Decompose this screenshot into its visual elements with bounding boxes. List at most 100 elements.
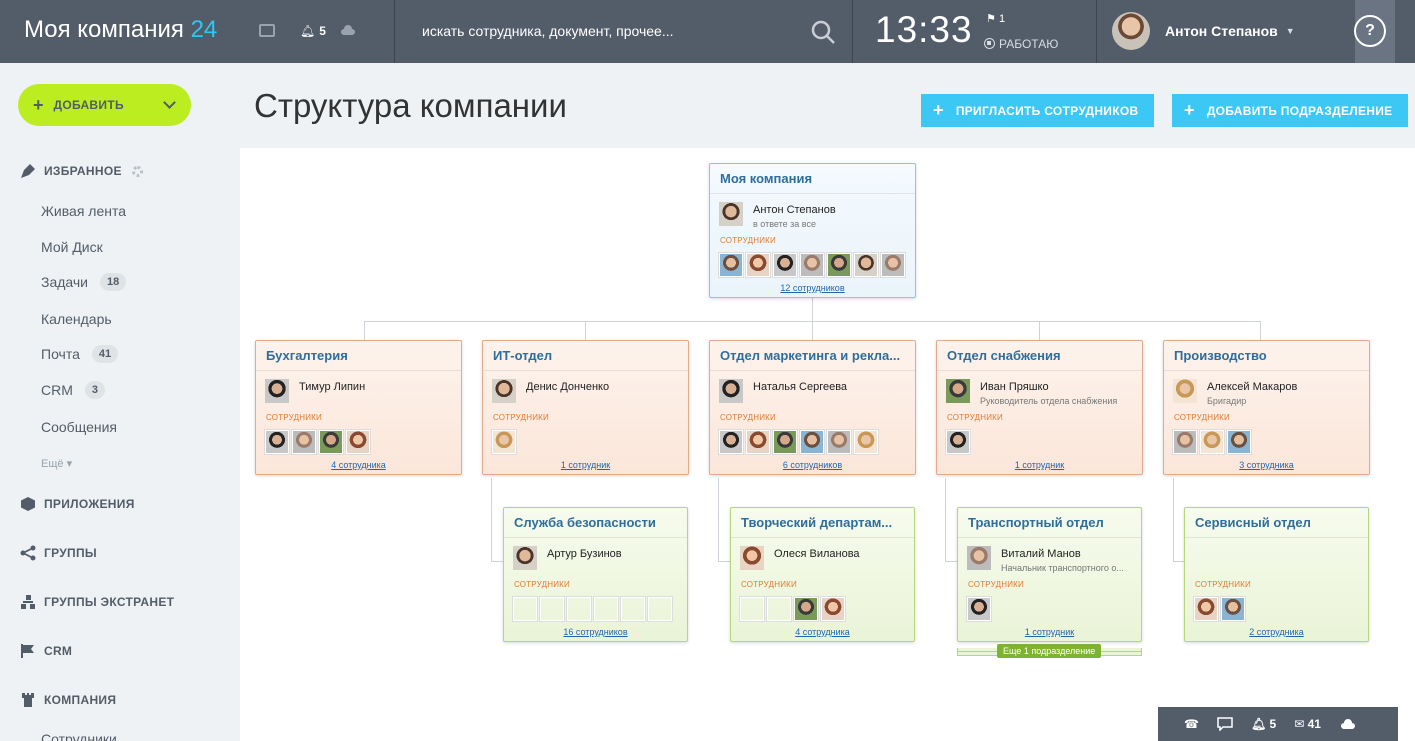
avatar[interactable] [1173,430,1197,454]
avatar[interactable] [821,597,845,621]
sidebar-item-my-drive[interactable]: Мой Диск [41,239,103,255]
avatar[interactable] [746,430,770,454]
employee-count-link[interactable]: 1 сотрудник [483,460,688,474]
avatar[interactable] [492,430,516,454]
department-head[interactable]: Олеся Виланова [731,546,914,580]
department-head[interactable]: Наталья Сергеева [710,379,915,413]
employee-count-link[interactable]: 12 сотрудников [710,283,915,297]
department-card-security[interactable]: Служба безопасности Артур Бузинов СОТРУД… [503,507,688,642]
department-title[interactable]: Отдел маркетинга и рекла... [710,341,915,371]
section-applications[interactable]: ПРИЛОЖЕНИЯ [20,496,135,512]
section-groups[interactable]: ГРУППЫ [20,545,97,561]
avatar[interactable] [594,597,618,621]
favorites-section[interactable]: ИЗБРАННОЕ [20,163,143,179]
avatar[interactable] [540,597,564,621]
avatar[interactable] [719,253,743,277]
department-card-transport[interactable]: Транспортный отдел Виталий Манов Начальн… [957,507,1142,642]
avatar[interactable] [967,597,991,621]
avatar[interactable] [319,430,343,454]
sidebar-item-live-feed[interactable]: Живая лента [41,203,126,219]
employee-count-link[interactable]: 1 сотрудник [958,627,1141,641]
department-head[interactable]: Тимур Липин [256,379,461,413]
sidebar-item-mail[interactable]: Почта 41 [41,345,119,363]
department-head[interactable]: Денис Донченко [483,379,688,413]
sidebar-item-crm[interactable]: CRM 3 [41,381,106,399]
department-card-creative[interactable]: Творческий департам... Олеся Виланова СО… [730,507,915,642]
department-title[interactable]: Сервисный отдел [1185,508,1368,538]
employee-count-link[interactable]: 16 сотрудников [504,627,687,641]
avatar[interactable] [854,430,878,454]
department-title[interactable]: ИТ-отдел [483,341,688,371]
avatar[interactable] [854,253,878,277]
avatar[interactable] [740,597,764,621]
avatar[interactable] [800,253,824,277]
department-card-service[interactable]: Сервисный отдел СОТРУДНИКИ 2 сотрудника [1184,507,1369,642]
avatar[interactable] [1194,597,1218,621]
avatar[interactable] [513,597,537,621]
department-title[interactable]: Транспортный отдел [958,508,1141,538]
help-button[interactable]: ? [1354,15,1386,47]
section-extranet-groups[interactable]: ГРУППЫ ЭКСТРАНЕТ [20,594,174,610]
department-card-it[interactable]: ИТ-отдел Денис Донченко СОТРУДНИКИ 1 сот… [482,340,689,475]
department-title[interactable]: Бухгалтерия [256,341,461,371]
avatar[interactable] [292,430,316,454]
add-button[interactable]: + ДОБАВИТЬ [18,84,191,126]
avatar[interactable] [346,430,370,454]
department-card-marketing[interactable]: Отдел маркетинга и рекла... Наталья Серг… [709,340,916,475]
employee-count-link[interactable]: 4 сотрудника [731,627,914,641]
department-card-production[interactable]: Производство Алексей Макаров Бригадир СО… [1163,340,1370,475]
department-title[interactable]: Творческий департам... [731,508,914,538]
avatar[interactable] [265,430,289,454]
phone-icon[interactable]: ☎ [1184,717,1199,731]
work-status[interactable]: РАБОТАЮ [984,37,1058,51]
avatar[interactable] [946,430,970,454]
avatar[interactable] [719,430,743,454]
avatar[interactable] [746,253,770,277]
avatar[interactable] [648,597,672,621]
chat-icon[interactable] [1217,717,1233,731]
employee-count-link[interactable]: 2 сотрудника [1185,627,1368,641]
department-title[interactable]: Производство [1164,341,1369,371]
logo[interactable]: Моя компания 24 [24,16,217,44]
sidebar-item-employees[interactable]: Сотрудники [41,731,117,741]
sidebar-item-tasks[interactable]: Задачи 18 [41,273,127,291]
section-company[interactable]: КОМПАНИЯ [20,692,116,708]
department-card-supply[interactable]: Отдел снабжения Иван Пряшко Руководитель… [936,340,1143,475]
department-head[interactable]: Иван Пряшко Руководитель отдела снабжени… [937,379,1142,413]
department-head[interactable]: Артур Бузинов [504,546,687,580]
add-department-button[interactable]: + ДОБАВИТЬ ПОДРАЗДЕЛЕНИЕ [1172,94,1409,127]
section-crm[interactable]: CRM [20,643,72,659]
sidebar-item-calendar[interactable]: Календарь [41,311,112,327]
invite-employees-button[interactable]: + ПРИГЛАСИТЬ СОТРУДНИКОВ [921,94,1155,127]
department-head[interactable]: Антон Степанов в ответе за все [710,202,915,236]
department-title[interactable]: Служба безопасности [504,508,687,538]
employee-count-link[interactable]: 1 сотрудник [937,460,1142,474]
chat-icon[interactable] [259,24,275,37]
flag-counter[interactable]: ⚑ 1 [986,12,1005,25]
avatar[interactable] [767,597,791,621]
employee-count-link[interactable]: 3 сотрудника [1164,460,1369,474]
avatar[interactable] [773,253,797,277]
notifications-button[interactable]: 🔔︎ 5 [300,24,326,38]
search-input[interactable] [422,20,792,42]
avatar[interactable] [773,430,797,454]
department-title[interactable]: Отдел снабжения [937,341,1142,371]
department-title[interactable]: Моя компания [710,164,915,194]
avatar[interactable] [881,253,905,277]
more-link[interactable]: Ещё ▾ [41,457,72,470]
employee-count-link[interactable]: 6 сотрудников [710,460,915,474]
gear-icon[interactable] [131,165,143,177]
notifications-button[interactable]: 🔔︎ 5 [1251,717,1276,731]
avatar[interactable] [800,430,824,454]
avatar[interactable] [794,597,818,621]
avatar[interactable] [567,597,591,621]
search-icon[interactable] [810,19,836,45]
department-card-root[interactable]: Моя компания Антон Степанов в ответе за … [709,163,916,298]
avatar[interactable] [1200,430,1224,454]
department-card-accounting[interactable]: Бухгалтерия Тимур Липин СОТРУДНИКИ 4 сот… [255,340,462,475]
sidebar-item-messages[interactable]: Сообщения [41,419,117,435]
employee-count-link[interactable]: 4 сотрудника [256,460,461,474]
user-menu[interactable]: Антон Степанов ▼ [1112,12,1295,50]
clock[interactable]: 13:33 [875,9,973,51]
mail-button[interactable]: ✉ 41 [1294,717,1321,731]
